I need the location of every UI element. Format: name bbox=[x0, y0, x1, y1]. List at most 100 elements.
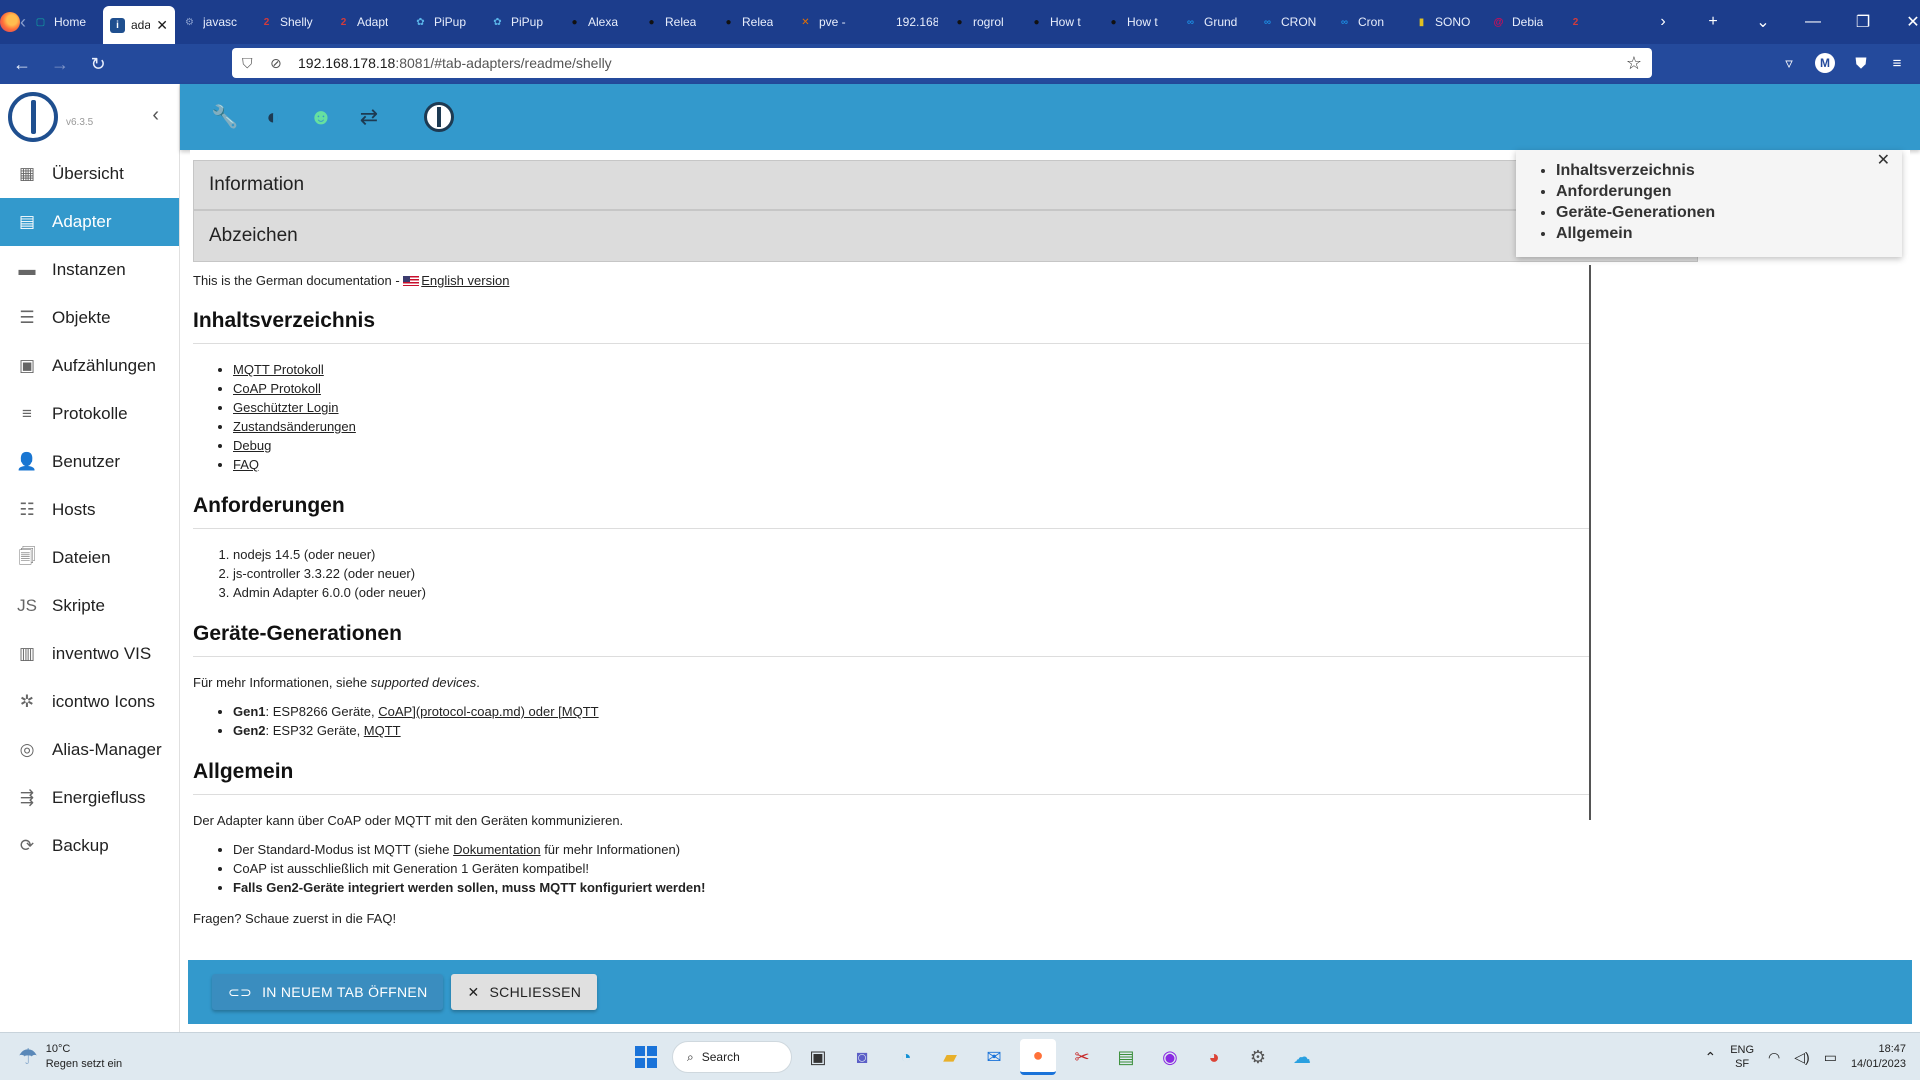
firefox-menu-button[interactable] bbox=[0, 0, 20, 44]
accordion-information[interactable]: Information bbox=[193, 160, 1698, 210]
browser-tab[interactable]: ● rogrol bbox=[945, 0, 1022, 44]
browser-tab[interactable]: ✿ PiPup bbox=[483, 0, 560, 44]
new-tab-button[interactable]: + bbox=[1688, 0, 1738, 44]
browser-tab[interactable]: ● How t bbox=[1022, 0, 1099, 44]
browser-tab[interactable]: 2 Adapt bbox=[329, 0, 406, 44]
browser-tab[interactable]: @ Debia bbox=[1484, 0, 1561, 44]
sidebar-item-files[interactable]: 🗐 Dateien bbox=[0, 534, 179, 582]
tab-active[interactable]: iadap ✕ bbox=[103, 6, 175, 44]
url-bar[interactable]: ⛉ ⊘ 192.168.178.18:8081/#tab-adapters/re… bbox=[232, 48, 1652, 78]
close-button[interactable]: ✕ SCHLIESSEN bbox=[451, 974, 598, 1010]
reload-button[interactable]: ↻ bbox=[82, 48, 114, 80]
shield-icon[interactable]: ⛉ bbox=[242, 55, 262, 72]
toc-link[interactable]: CoAP Protokoll bbox=[233, 381, 321, 396]
chevron-up-icon[interactable]: ⌃ bbox=[1704, 1049, 1716, 1066]
wrench-icon[interactable]: 🔧 bbox=[211, 104, 238, 130]
faq-link[interactable]: FAQ bbox=[366, 911, 392, 926]
sidebar-item-store[interactable]: ▤ Adapter bbox=[0, 198, 179, 246]
browser-tab[interactable]: 192.168.17 bbox=[868, 0, 945, 44]
browser-tab[interactable]: 2 Shelly bbox=[252, 0, 329, 44]
app-mask-icon[interactable]: ◉ bbox=[1152, 1039, 1188, 1075]
toc-panel-item[interactable]: Anforderungen bbox=[1556, 181, 1902, 202]
open-in-new-tab-button[interactable]: ⊂⊃ IN NEUEM TAB ÖFFNEN bbox=[212, 974, 444, 1010]
toc-link[interactable]: Geschützter Login bbox=[233, 400, 339, 415]
sidebar-item-instances[interactable]: ▬ Instanzen bbox=[0, 246, 179, 294]
firefox-taskbar-icon[interactable]: ● bbox=[1020, 1039, 1056, 1075]
browser-tab[interactable]: 2 bbox=[1561, 0, 1638, 44]
clock[interactable]: 18:47 14/01/2023 bbox=[1851, 1042, 1906, 1072]
sidebar-item-energy[interactable]: ⇶ Energiefluss bbox=[0, 774, 179, 822]
browser-tab[interactable]: ✿ PiPup bbox=[406, 0, 483, 44]
browser-tab[interactable]: ✕ pve - bbox=[791, 0, 868, 44]
documentation-link[interactable]: Dokumentation bbox=[453, 842, 540, 857]
tab-scroll-right-button[interactable]: › bbox=[1638, 0, 1688, 44]
back-button[interactable]: ← bbox=[6, 48, 38, 80]
task-view-icon[interactable]: ▣ bbox=[800, 1039, 836, 1075]
sidebar-item-enum[interactable]: ▣ Aufzählungen bbox=[0, 342, 179, 390]
sidebar-item-backup[interactable]: ⟳ Backup bbox=[0, 822, 179, 870]
toc-link[interactable]: FAQ bbox=[233, 457, 259, 472]
page-info-icon[interactable]: ⊘ bbox=[270, 55, 290, 72]
toc-link[interactable]: MQTT Protokoll bbox=[233, 362, 324, 377]
sidebar-item-vis[interactable]: ▥ inventwo VIS bbox=[0, 630, 179, 678]
weather-app-icon[interactable]: ☁ bbox=[1284, 1039, 1320, 1075]
volume-icon[interactable]: ◁) bbox=[1794, 1049, 1809, 1066]
expert-mode-icon[interactable]: ☻ bbox=[308, 104, 334, 130]
hamburger-menu-icon[interactable]: ≡ bbox=[1884, 48, 1910, 78]
input-language[interactable]: ENG SF bbox=[1730, 1043, 1754, 1071]
browser-tab[interactable]: ● Relea bbox=[714, 0, 791, 44]
browser-tab[interactable]: ● How t bbox=[1099, 0, 1176, 44]
accordion-badges[interactable]: Abzeichen bbox=[193, 210, 1698, 262]
restore-button[interactable]: ❐ bbox=[1838, 0, 1888, 44]
browser-tab[interactable]: ∞ Grund bbox=[1176, 0, 1253, 44]
teams-chat-icon[interactable]: ◙ bbox=[844, 1039, 880, 1075]
sidebar-item-log[interactable]: ≡ Protokolle bbox=[0, 390, 179, 438]
taskbar-search[interactable]: ⌕ Search bbox=[672, 1041, 792, 1073]
browser-tab[interactable]: ⚙ javasc bbox=[175, 0, 252, 44]
browser-tab[interactable]: ∞ Cron bbox=[1330, 0, 1407, 44]
start-button[interactable] bbox=[628, 1039, 664, 1075]
iobroker-logo-small[interactable] bbox=[424, 102, 454, 132]
close-window-button[interactable]: ✕ bbox=[1888, 0, 1920, 44]
sidebar-item-icons[interactable]: ✲ icontwo Icons bbox=[0, 678, 179, 726]
browser-tab[interactable]: ▢ Home bbox=[26, 0, 103, 44]
weather-widget[interactable]: ☂ 10°C Regen setzt ein bbox=[0, 1042, 300, 1072]
wifi-icon[interactable]: ◠ bbox=[1768, 1049, 1780, 1066]
sidebar-item-hosts[interactable]: ☷ Hosts bbox=[0, 486, 179, 534]
mail-icon[interactable]: ✉ bbox=[976, 1039, 1012, 1075]
browser-tab[interactable]: ▮ SONO bbox=[1407, 0, 1484, 44]
sidebar-item-list[interactable]: ☰ Objekte bbox=[0, 294, 179, 342]
account-button[interactable]: M bbox=[1812, 48, 1838, 78]
toc-panel-item[interactable]: Geräte-Generationen bbox=[1556, 202, 1902, 223]
minimize-button[interactable]: — bbox=[1788, 0, 1838, 44]
chrome-icon[interactable]: ◕ bbox=[1196, 1039, 1232, 1075]
theme-toggle-icon[interactable]: ◐ bbox=[260, 104, 286, 130]
toc-link[interactable]: Debug bbox=[233, 438, 271, 453]
snipping-tool-icon[interactable]: ✂ bbox=[1064, 1039, 1100, 1075]
bitwarden-icon[interactable]: ⛊ bbox=[1848, 48, 1874, 78]
sidebar-item-grid[interactable]: ▦ Übersicht bbox=[0, 150, 179, 198]
list-all-tabs-button[interactable]: ⌄ bbox=[1738, 0, 1788, 44]
collapse-sidebar-button[interactable]: ‹ bbox=[152, 104, 159, 127]
sidebar-item-user[interactable]: 👤 Benutzer bbox=[0, 438, 179, 486]
bookmark-star-icon[interactable]: ☆ bbox=[1626, 53, 1642, 74]
browser-tab[interactable]: ● Alexa bbox=[560, 0, 637, 44]
toc-link[interactable]: Zustandsänderungen bbox=[233, 419, 356, 434]
sidebar-item-scripts[interactable]: JS Skripte bbox=[0, 582, 179, 630]
toc-panel-item[interactable]: Inhaltsverzeichnis bbox=[1556, 160, 1902, 181]
toc-panel-item[interactable]: Allgemein bbox=[1556, 223, 1902, 244]
file-explorer-icon[interactable]: ▰ bbox=[932, 1039, 968, 1075]
sidebar-item-alias[interactable]: ◎ Alias-Manager bbox=[0, 726, 179, 774]
english-version-link[interactable]: English version bbox=[403, 273, 509, 288]
toc-close-icon[interactable]: ✕ bbox=[1877, 150, 1890, 170]
sync-icon[interactable]: ⇄ bbox=[356, 104, 382, 130]
battery-icon[interactable]: ▭ bbox=[1824, 1049, 1837, 1066]
settings-icon[interactable]: ⚙ bbox=[1240, 1039, 1276, 1075]
forward-button[interactable]: → bbox=[44, 48, 76, 80]
gen2-link[interactable]: MQTT bbox=[364, 723, 401, 738]
browser-tab[interactable]: ● Relea bbox=[637, 0, 714, 44]
tab-close-icon[interactable]: ✕ bbox=[156, 17, 168, 34]
notepad-icon[interactable]: ▤ bbox=[1108, 1039, 1144, 1075]
browser-tab[interactable]: ∞ CRON bbox=[1253, 0, 1330, 44]
pocket-icon[interactable]: ▿ bbox=[1776, 48, 1802, 78]
